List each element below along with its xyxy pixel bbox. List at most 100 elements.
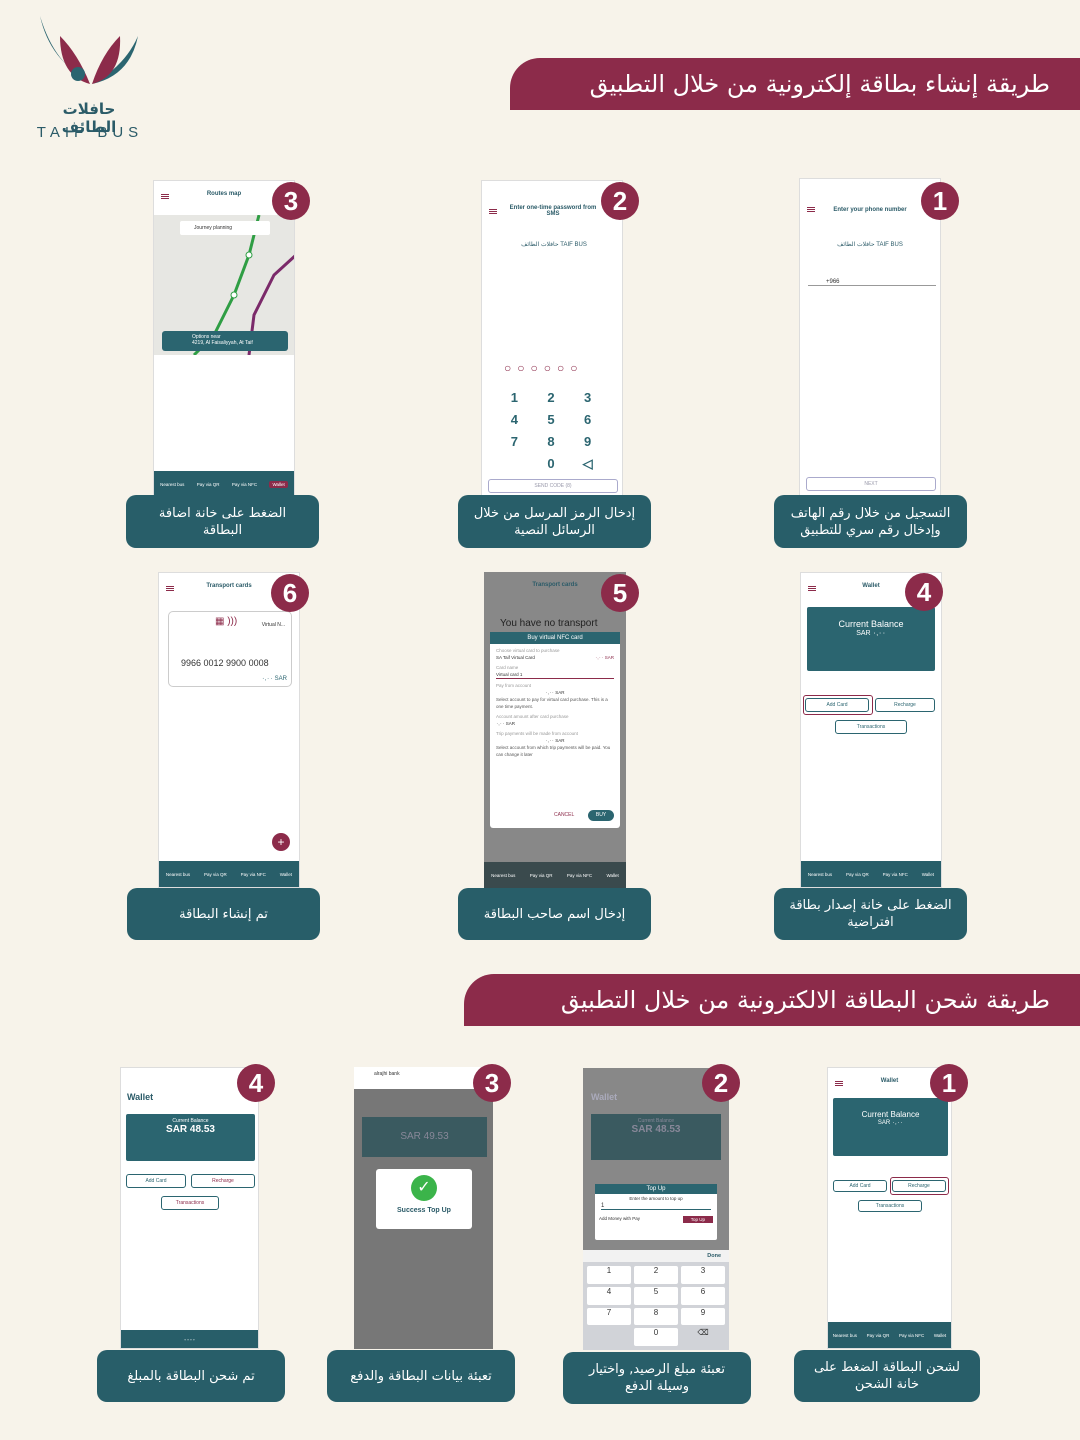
recharge-button[interactable]: Recharge <box>191 1174 255 1188</box>
bottom-nav: Nearest bus Pay via QR Pay via NFC Wallet <box>159 861 299 887</box>
choose-label: Choose virtual card to purchase <box>496 648 560 653</box>
nav-wallet[interactable]: Wallet <box>934 1333 946 1338</box>
card-name-input[interactable]: Virtual card 1 <box>496 671 614 679</box>
transactions-button[interactable]: Transactions <box>161 1196 219 1210</box>
caption-created: تم إنشاء البطاقة <box>127 888 320 940</box>
buy-button[interactable]: BUY <box>588 810 614 821</box>
balance-value: SAR ٠,٠٠ <box>856 630 886 637</box>
apple-pay-label[interactable]: Pay <box>632 1216 640 1221</box>
location-card[interactable]: Options near 4219, Al Faisaliyyah, At Ta… <box>162 331 288 351</box>
buy-dialog: Buy virtual NFC card Choose virtual card… <box>490 632 620 828</box>
card-type-select[interactable]: SA Taif Virtual Card ٠,٠٠ SAR <box>496 654 614 661</box>
balance-value: SAR 48.53 <box>166 1124 215 1135</box>
no-transport-text: You have no transport <box>500 618 598 629</box>
phone-input[interactable]: +966 <box>808 279 936 286</box>
bottom-nav: ▫ ▫ ▫ ▫ <box>121 1330 258 1348</box>
topup-dialog: Top Up Enter the amount to top up 1 Add … <box>595 1184 717 1240</box>
balance-label: Current Balance <box>861 1110 920 1119</box>
transport-card[interactable]: ▦ ))) Virtual N... 9966 0012 9900 0008 ٠… <box>168 611 292 687</box>
add-card-button[interactable]: Add Card <box>833 1180 887 1192</box>
caption-amount: تعبئة مبلغ الرصيد, واختيار وسيلة الدفع <box>563 1352 751 1404</box>
add-card-button[interactable]: Add Card <box>126 1174 186 1188</box>
step-badge: 1 <box>930 1064 968 1102</box>
send-code-button[interactable]: SEND CODE (8) <box>488 479 618 493</box>
topup-prompt: Enter the amount to top up <box>629 1196 683 1201</box>
wallet-title: Wallet <box>591 1092 618 1102</box>
next-button[interactable]: NEXT <box>806 477 936 491</box>
step-badge: 6 <box>271 574 309 612</box>
buy-card-screen: Transport cards You have no transport Bu… <box>484 572 626 888</box>
screen-header: Enter one-time password from SMS <box>509 205 597 217</box>
add-card-fab[interactable]: + <box>272 833 290 851</box>
cards-screen: Transport cards ▦ ))) Virtual N... 9966 … <box>158 572 300 888</box>
lotus-icon <box>40 16 138 84</box>
nav-nearest-bus[interactable]: Nearest bus <box>491 873 515 878</box>
after-label: Account amount after card purchase <box>496 714 569 719</box>
nav-nearest-bus[interactable]: Nearest bus <box>166 872 190 877</box>
caption-charged: تم شحن البطاقة بالمبلغ <box>97 1350 285 1402</box>
after-value: ٠,٠٠ SAR <box>496 721 516 726</box>
nav-pay-nfc[interactable]: Pay via NFC <box>241 872 266 877</box>
nav-nearest-bus[interactable]: Nearest bus <box>160 482 184 487</box>
keypad[interactable]: 123 456 789 0 ◁ <box>496 387 606 475</box>
caption-virtual: الضغط على خانة إصدار بطاقة افتراضية <box>774 888 967 940</box>
topup-screen: Wallet Current Balance SAR 48.53 Top Up … <box>583 1068 729 1350</box>
backspace-icon: ◁ <box>582 456 593 471</box>
qr-icon: ▦ ))) <box>215 616 238 627</box>
nav-pay-qr[interactable]: Pay via QR <box>204 872 227 877</box>
caption-otp: إدخال الرمز المرسل من خلال الرسائل النصي… <box>458 495 651 548</box>
nav-pay-nfc[interactable]: Pay via NFC <box>899 1333 924 1338</box>
card-number: 9966 0012 9900 0008 <box>181 658 269 668</box>
step-badge: 5 <box>601 574 639 612</box>
trip-account-select[interactable]: ٠,٠٠ SAR <box>496 737 614 744</box>
amount-input[interactable]: 1 <box>601 1203 711 1210</box>
highlight-box <box>803 695 873 715</box>
recharge-button[interactable]: Recharge <box>875 698 935 712</box>
transactions-button[interactable]: Transactions <box>835 720 907 734</box>
caption-add-card: الضغط على خانة اضافة البطاقة <box>126 495 319 548</box>
section2-banner: طريقة شحن البطاقة الالكترونية من خلال ال… <box>464 974 1080 1026</box>
nav-pay-qr[interactable]: Pay via QR <box>197 482 220 487</box>
nav-nearest-bus[interactable]: Nearest bus <box>808 872 832 877</box>
final-wallet-screen: Wallet Current Balance SAR 48.53 Add Car… <box>120 1067 259 1349</box>
topup-button[interactable]: Top Up <box>682 1216 713 1223</box>
mini-logo-text: حافلات الطائف TAIF BUS <box>521 242 587 248</box>
routes-map-screen: Routes map Journey planning Options near… <box>153 180 295 498</box>
numeric-keyboard[interactable]: 123 456 789 0 ⌫ <box>583 1262 729 1350</box>
pay-account-select[interactable]: ٠,٠٠ SAR <box>496 689 614 696</box>
nav-pay-qr[interactable]: Pay via QR <box>867 1333 890 1338</box>
transactions-button[interactable]: Transactions <box>858 1200 922 1212</box>
phone-screen: Enter your phone number حافلات الطائف TA… <box>799 178 941 496</box>
balance-blur: Current Balance SAR 48.53 <box>591 1114 721 1160</box>
nav-wallet[interactable]: Wallet <box>280 872 292 877</box>
caption-register: التسجيل من خلال رقم الهاتف وإدخال رقم سر… <box>774 495 967 548</box>
recharge-wallet-screen: Wallet Current Balance SAR ٠,٠٠ Add Card… <box>827 1067 952 1349</box>
nav-pay-qr[interactable]: Pay via QR <box>530 873 553 878</box>
bottom-nav: Nearest bus Pay via QR Pay via NFC Walle… <box>154 471 294 497</box>
caption-name: إدخال اسم صاحب البطاقة <box>458 888 651 940</box>
journey-search[interactable]: Journey planning <box>180 221 270 235</box>
nav-pay-qr[interactable]: Pay via QR <box>846 872 869 877</box>
otp-dots[interactable]: ○○○○○○ <box>504 361 584 375</box>
menu-icon[interactable] <box>489 209 497 214</box>
nav-pay-nfc[interactable]: Pay via NFC <box>567 873 592 878</box>
success-dialog: ✓ Success Top Up <box>376 1169 472 1229</box>
step-badge: 2 <box>601 182 639 220</box>
name-label: Card name <box>496 665 519 670</box>
done-button[interactable]: Done <box>583 1250 729 1262</box>
wallet-screen: Wallet Current Balance SAR ٠,٠٠ Add Card… <box>800 572 942 888</box>
nav-nearest-bus[interactable]: Nearest bus <box>833 1333 857 1338</box>
otp-screen: Enter one-time password from SMS حافلات … <box>481 180 623 498</box>
success-message: Success Top Up <box>397 1207 451 1214</box>
bottom-nav: Nearest bus Pay via QR Pay via NFC Wallet <box>801 861 941 887</box>
nav-wallet[interactable]: Wallet <box>269 480 288 488</box>
nav-pay-nfc[interactable]: Pay via NFC <box>232 482 257 487</box>
cancel-button[interactable]: CANCEL <box>554 812 574 818</box>
mini-logo-text: حافلات الطائف TAIF BUS <box>837 242 903 248</box>
nav-wallet[interactable]: Wallet <box>606 873 618 878</box>
check-icon: ✓ <box>411 1175 437 1201</box>
nav-pay-nfc[interactable]: Pay via NFC <box>883 872 908 877</box>
step-badge: 2 <box>702 1064 740 1102</box>
nav-wallet[interactable]: Wallet <box>922 872 934 877</box>
bottom-nav: Nearest bus Pay via QR Pay via NFC Wallet <box>484 862 626 888</box>
